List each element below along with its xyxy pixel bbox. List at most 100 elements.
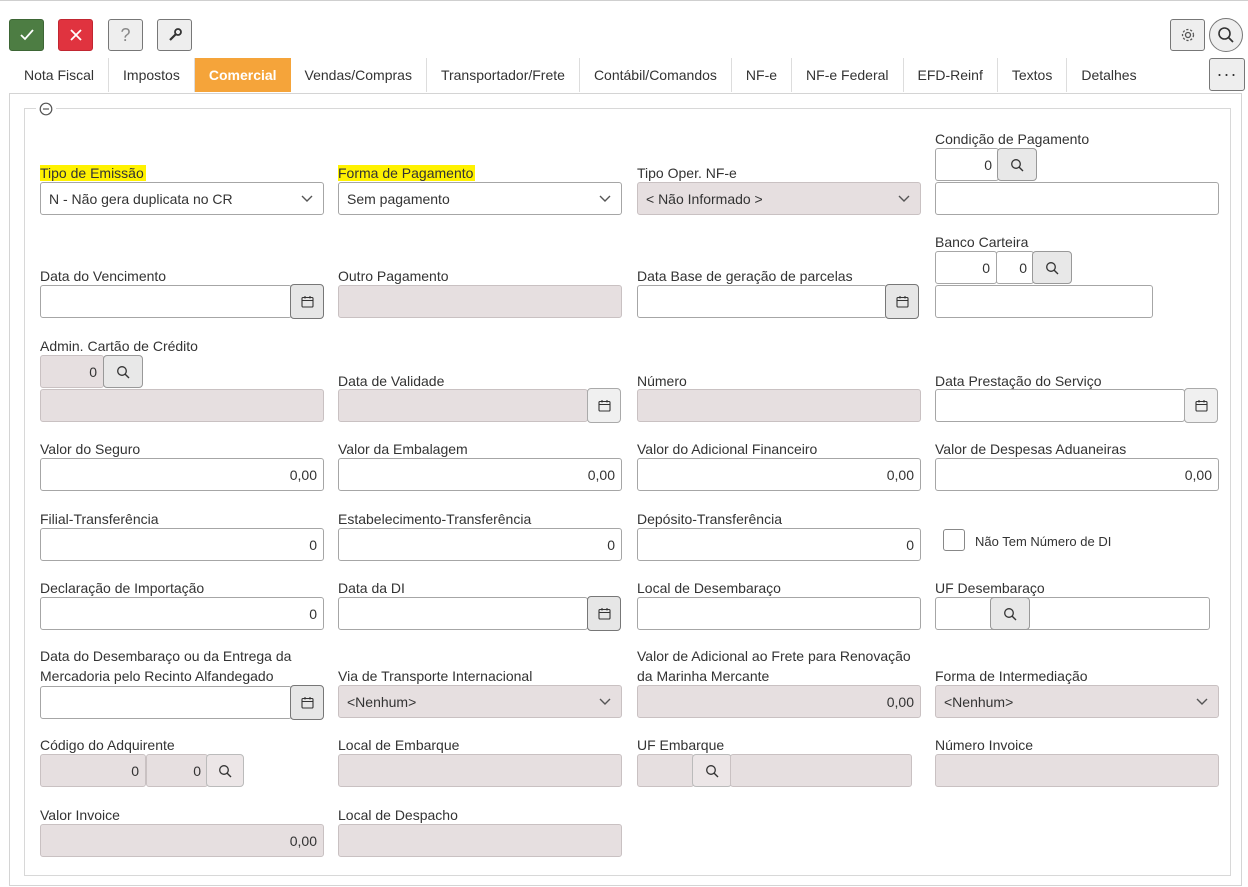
filial-transferencia-input[interactable]: 0	[40, 528, 324, 561]
tab-comercial[interactable]: Comercial	[194, 58, 291, 92]
valor-embalagem-input[interactable]: 0,00	[338, 458, 622, 491]
tab-impostos[interactable]: Impostos	[109, 58, 195, 92]
calendar-icon	[300, 697, 314, 709]
numero-invoice-input	[935, 754, 1219, 787]
cancel-button[interactable]	[58, 19, 93, 51]
data-vencimento-input[interactable]	[40, 285, 292, 318]
local-despacho-input	[338, 824, 622, 857]
carteira-code[interactable]: 0	[996, 251, 1034, 284]
via-transporte-select[interactable]: <Nenhum>	[338, 685, 622, 718]
admin-cartao-search-button[interactable]	[103, 355, 143, 388]
calendar-icon	[597, 608, 611, 620]
search-icon	[1046, 261, 1059, 274]
codigo-adquirente-search-button[interactable]	[206, 754, 244, 787]
data-base-parcelas-input[interactable]	[637, 285, 887, 318]
data-vencimento-label: Data do Vencimento	[40, 268, 167, 284]
collapse-toggle[interactable]	[36, 101, 56, 117]
codigo-adquirente-code2: 0	[146, 754, 208, 787]
tipo-oper-nfe-value: < Não Informado >	[646, 190, 763, 207]
forma-pagamento-label: Forma de Pagamento	[338, 165, 476, 181]
help-button[interactable]: ?	[108, 19, 143, 51]
data-vencimento-calendar-button[interactable]	[290, 284, 324, 319]
condicao-pagamento-search-button[interactable]	[997, 148, 1037, 181]
banco-code[interactable]: 0	[935, 251, 997, 284]
calendar-icon	[300, 296, 314, 308]
numero-input	[637, 389, 921, 422]
valor-seguro-input[interactable]: 0,00	[40, 458, 324, 491]
condicao-pagamento-desc[interactable]	[935, 182, 1219, 215]
tab-textos[interactable]: Textos	[998, 58, 1068, 92]
tab-nfe-federal[interactable]: NF-e Federal	[792, 58, 904, 92]
tab-transportador-frete[interactable]: Transportador/Frete	[427, 58, 580, 92]
declaracao-importacao-input[interactable]: 0	[40, 597, 324, 630]
tab-nota-fiscal[interactable]: Nota Fiscal	[10, 58, 110, 92]
banco-carteira-label: Banco Carteira	[935, 234, 1029, 250]
chevron-down-icon	[1196, 698, 1208, 705]
condicao-pagamento-label: Condição de Pagamento	[935, 131, 1090, 147]
forma-pagamento-value: Sem pagamento	[347, 190, 450, 207]
tab-detalhes[interactable]: Detalhes	[1067, 58, 1150, 92]
search-icon	[219, 764, 232, 777]
wrench-icon	[168, 28, 182, 41]
data-di-calendar-button[interactable]	[587, 596, 621, 631]
data-di-label: Data da DI	[338, 580, 405, 596]
data-prestacao-label: Data Prestação do Serviço	[935, 373, 1102, 389]
search-icon	[1004, 607, 1017, 620]
local-desembaraco-label: Local de Desembaraço	[637, 580, 781, 596]
uf-desembaraco-input[interactable]	[935, 597, 1210, 630]
filial-transferencia-label: Filial-Transferência	[40, 511, 159, 527]
condicao-pagamento-code[interactable]: 0	[935, 148, 999, 181]
tipo-oper-nfe-select: < Não Informado >	[637, 182, 921, 215]
check-icon	[19, 29, 34, 41]
chevron-down-icon	[301, 195, 313, 202]
uf-desembaraco-label: UF Desembaraço	[935, 580, 1045, 596]
uf-desembaraco-search-button[interactable]	[990, 597, 1030, 630]
banco-carteira-search-button[interactable]	[1032, 251, 1072, 284]
nao-tem-numero-di-checkbox[interactable]	[943, 529, 965, 551]
codigo-adquirente-code1: 0	[40, 754, 146, 787]
search-icon	[117, 365, 130, 378]
declaracao-importacao-label: Declaração de Importação	[40, 580, 205, 596]
calendar-icon	[895, 296, 909, 308]
tipo-emissao-label: Tipo de Emissão	[40, 165, 146, 181]
data-di-input[interactable]	[338, 597, 588, 630]
settings-button[interactable]	[1170, 19, 1205, 51]
global-search-button[interactable]	[1209, 18, 1243, 52]
local-desembaraco-input[interactable]	[637, 597, 921, 630]
uf-embarque-label: UF Embarque	[637, 737, 725, 753]
numero-label: Número	[637, 373, 687, 389]
data-desembaraco-input[interactable]	[40, 686, 292, 719]
forma-intermediacao-select[interactable]: <Nenhum>	[935, 685, 1219, 718]
valor-despesas-aduaneiras-input[interactable]: 0,00	[935, 458, 1219, 491]
search-icon	[706, 764, 719, 777]
banco-carteira-desc[interactable]	[935, 285, 1153, 318]
more-options-button[interactable]: ···	[1209, 58, 1245, 91]
data-desembaraco-calendar-button[interactable]	[290, 685, 324, 720]
deposito-transferencia-input[interactable]: 0	[637, 528, 921, 561]
tools-button[interactable]	[157, 19, 192, 51]
uf-embarque-desc	[730, 754, 912, 787]
estabelecimento-transferencia-input[interactable]: 0	[338, 528, 622, 561]
uf-embarque-search-button[interactable]	[692, 754, 732, 787]
tipo-oper-nfe-label: Tipo Oper. NF-e	[637, 165, 737, 181]
data-validade-calendar-button[interactable]	[587, 388, 621, 423]
deposito-transferencia-label: Depósito-Transferência	[637, 511, 782, 527]
data-base-parcelas-calendar-button[interactable]	[885, 284, 919, 319]
tab-efd-reinf[interactable]: EFD-Reinf	[904, 58, 998, 92]
data-prestacao-input[interactable]	[935, 389, 1185, 422]
forma-intermediacao-value: <Nenhum>	[944, 693, 1014, 710]
chevron-down-icon	[898, 195, 910, 202]
tipo-emissao-select[interactable]: N - Não gera duplicata no CR	[40, 182, 324, 215]
data-prestacao-calendar-button[interactable]	[1184, 388, 1218, 423]
calendar-icon	[1194, 400, 1208, 412]
uf-embarque-code	[637, 754, 694, 787]
tab-vendas-compras[interactable]: Vendas/Compras	[291, 58, 427, 92]
tab-contabil-comandos[interactable]: Contábil/Comandos	[580, 58, 732, 92]
close-icon	[69, 29, 82, 41]
via-transporte-label: Via de Transporte Internacional	[338, 668, 533, 684]
valor-adicional-financeiro-input[interactable]: 0,00	[637, 458, 921, 491]
forma-pagamento-select[interactable]: Sem pagamento	[338, 182, 622, 215]
confirm-button[interactable]	[9, 19, 44, 51]
tab-nfe[interactable]: NF-e	[732, 58, 793, 92]
valor-despesas-aduaneiras-label: Valor de Despesas Aduaneiras	[935, 441, 1127, 457]
